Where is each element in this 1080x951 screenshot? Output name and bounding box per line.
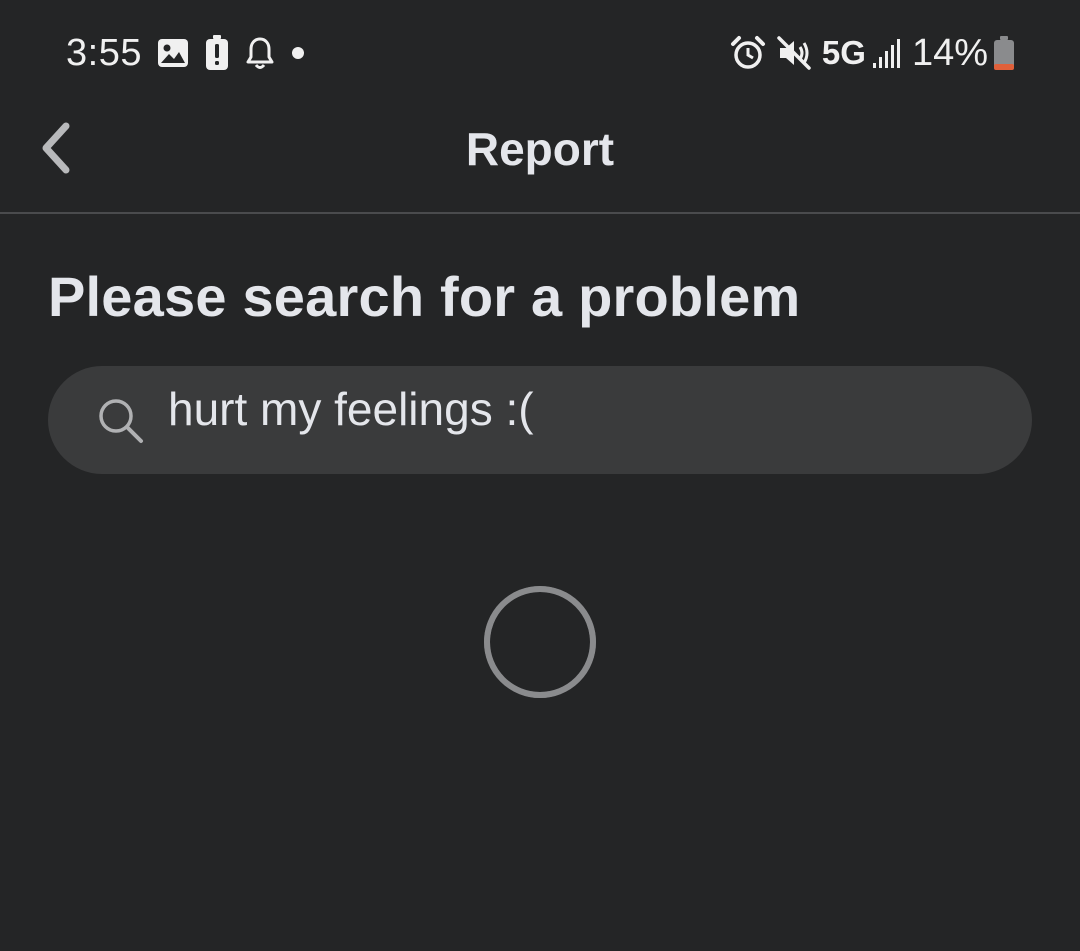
battery-icon bbox=[992, 35, 1016, 71]
search-input[interactable] bbox=[168, 378, 988, 440]
battery-percent: 14% bbox=[911, 31, 988, 74]
network-type: 5G bbox=[821, 34, 866, 71]
dot-icon bbox=[290, 45, 306, 61]
top-app-bar: Report bbox=[0, 104, 1080, 214]
page-title: Report bbox=[465, 123, 615, 175]
signal-icon bbox=[872, 37, 902, 69]
image-icon bbox=[156, 36, 190, 70]
bell-icon bbox=[244, 35, 276, 71]
search-heading: Please search for a problem bbox=[48, 265, 801, 328]
status-time: 3:55 bbox=[66, 31, 142, 74]
alarm-icon bbox=[730, 35, 766, 71]
report-screen: 3:55 5G 14% Report Please search for a p… bbox=[0, 0, 1080, 951]
status-bar-right: 5G 14% bbox=[730, 30, 1016, 76]
loading-spinner bbox=[484, 586, 596, 698]
battery-alert-icon bbox=[204, 34, 230, 72]
status-bar: 3:55 5G 14% bbox=[0, 0, 1080, 104]
search-bar[interactable] bbox=[48, 366, 1032, 474]
mute-icon bbox=[776, 35, 812, 71]
search-icon bbox=[99, 399, 143, 443]
status-bar-left: 3:55 bbox=[66, 30, 320, 76]
